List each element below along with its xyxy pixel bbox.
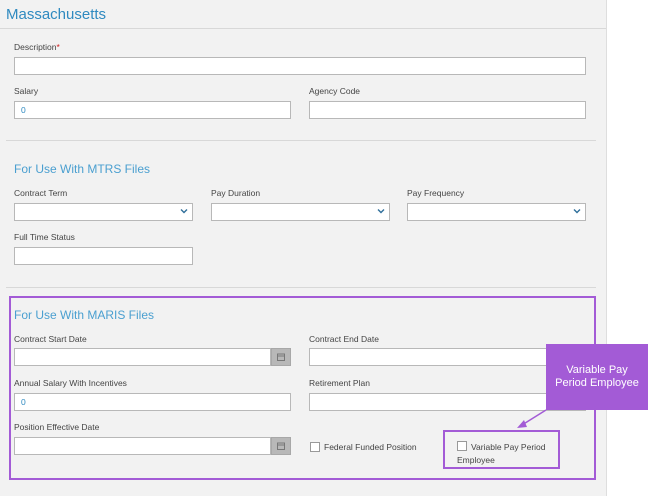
- maris-section-heading: For Use With MARIS Files: [14, 308, 155, 322]
- mtrs-section-heading: For Use With MTRS Files: [14, 162, 151, 176]
- form-panel: Massachusetts Description* Salary 0 Agen…: [0, 0, 607, 496]
- full-time-status-input[interactable]: [14, 247, 193, 265]
- agency-code-input[interactable]: [309, 101, 586, 119]
- retirement-plan-input[interactable]: [309, 393, 586, 411]
- contract-term-label: Contract Term: [14, 188, 68, 198]
- divider: [6, 287, 596, 288]
- annual-salary-label: Annual Salary With Incentives: [14, 378, 127, 388]
- variable-pay-checkbox[interactable]: [457, 441, 467, 451]
- callout-text-line2: Period Employee: [555, 377, 639, 389]
- pay-duration-label: Pay Duration: [211, 188, 261, 198]
- divider: [6, 140, 596, 141]
- description-label: Description*: [14, 42, 60, 52]
- contract-start-calendar-button[interactable]: [271, 348, 291, 366]
- divider: [0, 28, 606, 29]
- required-marker: *: [56, 42, 60, 52]
- position-effective-label: Position Effective Date: [14, 422, 100, 432]
- salary-label: Salary: [14, 86, 39, 96]
- contract-end-input[interactable]: [309, 348, 586, 366]
- agency-code-label: Agency Code: [309, 86, 361, 96]
- full-time-status-label: Full Time Status: [14, 232, 75, 242]
- federal-funded-label: Federal Funded Position: [324, 442, 417, 452]
- calendar-icon: [277, 353, 285, 361]
- chevron-down-icon: [377, 209, 385, 214]
- chevron-down-icon: [180, 209, 188, 214]
- contract-end-label: Contract End Date: [309, 334, 379, 344]
- position-effective-calendar-button[interactable]: [271, 437, 291, 455]
- variable-pay-label-line1: Variable Pay Period: [471, 442, 546, 452]
- contract-start-input[interactable]: [14, 348, 271, 366]
- chevron-down-icon: [573, 209, 581, 214]
- page-title: Massachusetts: [6, 6, 107, 23]
- annual-salary-input[interactable]: 0: [14, 393, 291, 411]
- pay-frequency-select[interactable]: [407, 203, 586, 221]
- calendar-icon: [277, 442, 285, 450]
- annotation-callout: Variable Pay Period Employee: [546, 344, 648, 410]
- pay-frequency-label: Pay Frequency: [407, 188, 465, 198]
- federal-funded-checkbox[interactable]: [310, 442, 320, 452]
- callout-text-line1: Variable Pay: [566, 364, 628, 376]
- pay-duration-select[interactable]: [211, 203, 390, 221]
- salary-input[interactable]: 0: [14, 101, 291, 119]
- description-input[interactable]: [14, 57, 586, 75]
- variable-pay-label-line2: Employee: [457, 455, 495, 465]
- position-effective-input[interactable]: [14, 437, 271, 455]
- contract-start-label: Contract Start Date: [14, 334, 87, 344]
- retirement-plan-label: Retirement Plan: [309, 378, 370, 388]
- contract-term-select[interactable]: [14, 203, 193, 221]
